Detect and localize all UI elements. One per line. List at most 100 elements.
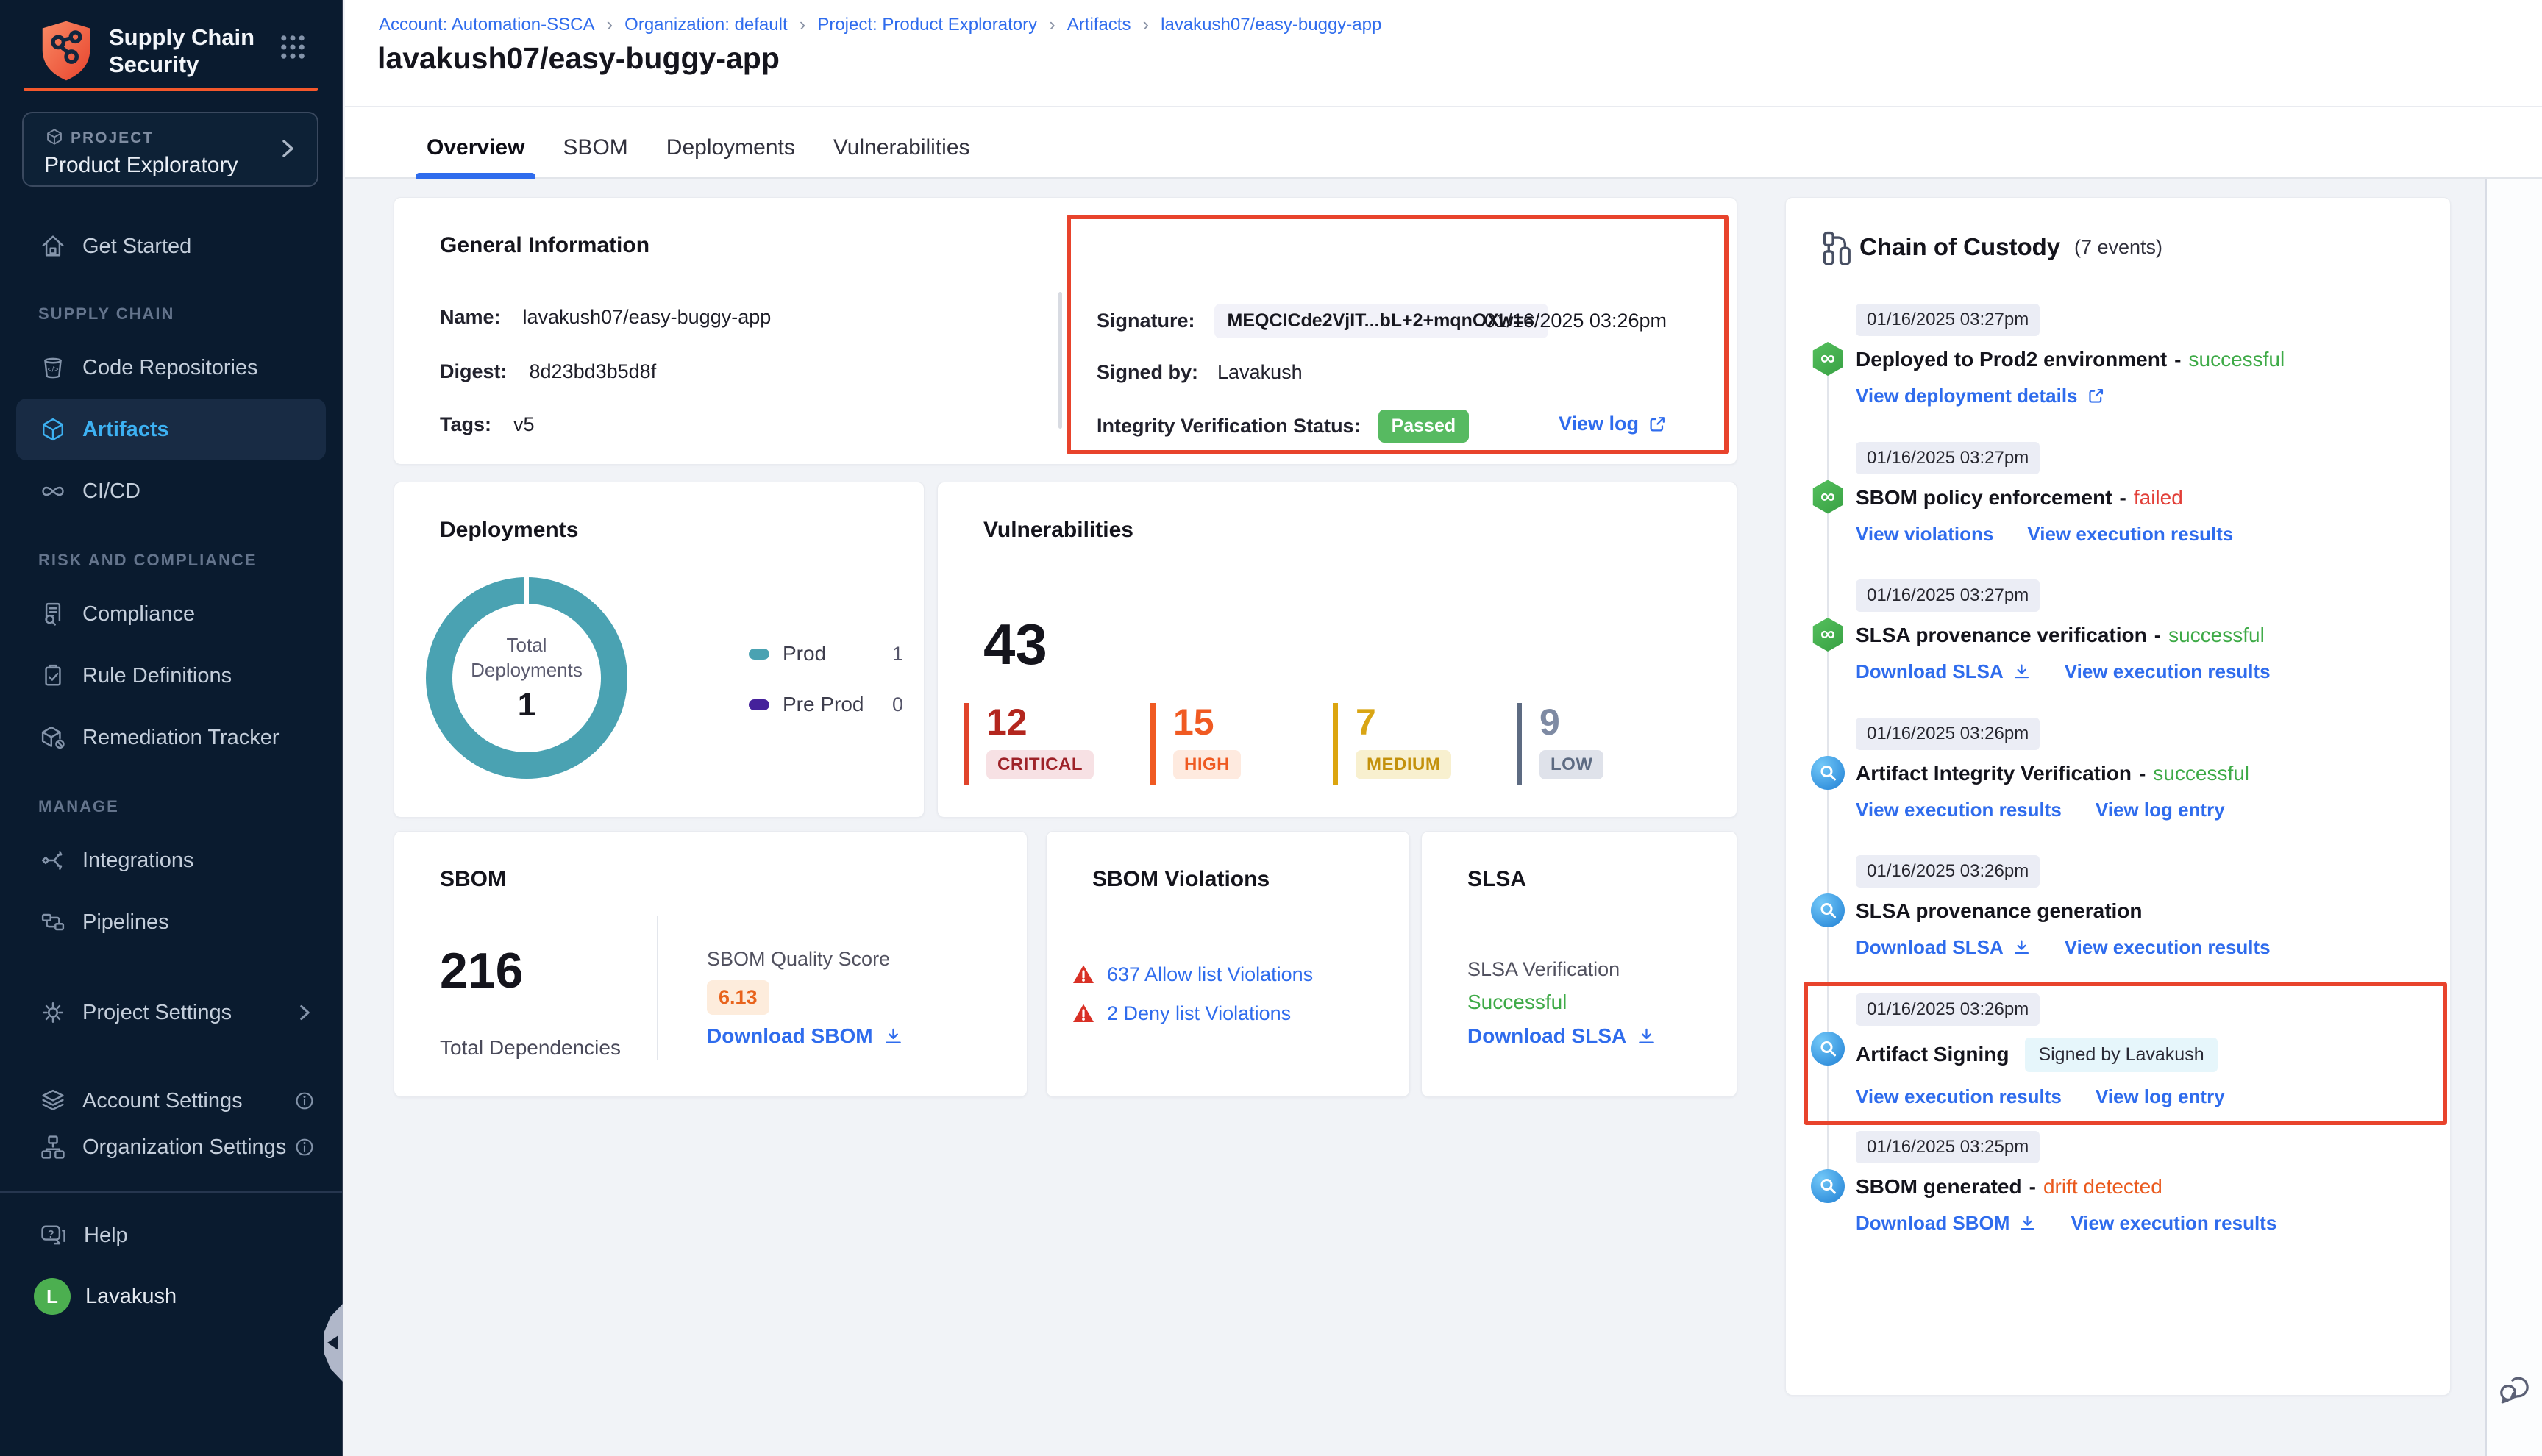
violation-link[interactable]: 637 Allow list Violations — [1107, 963, 1313, 986]
sidebar-item-get-started[interactable]: Get Started — [16, 215, 326, 277]
sidebar-item-integrations[interactable]: Integrations — [16, 829, 326, 891]
severity-count: 12 — [986, 703, 1150, 741]
sbom-violations-card: SBOM Violations 637 Allow list Violation… — [1046, 831, 1410, 1097]
sidebar-item-organization-settings[interactable]: Organization Settings — [16, 1124, 326, 1170]
sidebar-item-ci-cd[interactable]: CI/CD — [16, 460, 326, 522]
sidebar-item-label: Project Settings — [82, 1001, 232, 1025]
integrations-icon — [38, 846, 68, 875]
event-link-label: View violations — [1856, 523, 1993, 546]
event-link-label: View deployment details — [1856, 385, 2078, 407]
download-sbom-link[interactable]: Download SBOM — [707, 1024, 903, 1048]
sidebar-item-label: Artifacts — [82, 418, 169, 442]
project-label: PROJECT — [71, 129, 154, 147]
chevron-right-icon — [292, 1000, 317, 1025]
signature-timestamp: 01/16/2025 03:26pm — [1484, 310, 1667, 332]
slsa-verification-status: Successful — [1467, 991, 1567, 1014]
event-title: Artifact Signing — [1856, 1043, 2009, 1066]
tab-vulnerabilities[interactable]: Vulnerabilities — [822, 116, 981, 179]
org-settings-icon — [38, 1132, 68, 1162]
sidebar-item-label: Integrations — [82, 849, 194, 873]
scrollbar[interactable] — [1058, 292, 1062, 429]
event-timestamp: 01/16/2025 03:26pm — [1856, 993, 2040, 1026]
sbom-total-dependencies: 216 — [440, 942, 523, 999]
info-field-row: Tags:v5 — [440, 411, 535, 438]
breadcrumb-link[interactable]: Artifacts — [1067, 15, 1131, 35]
event-link-label: View execution results — [2065, 660, 2271, 683]
signed-by-value: Lavakush — [1217, 361, 1303, 384]
rule-definitions-icon — [38, 661, 68, 690]
project-cube-icon — [44, 126, 65, 147]
sidebar-item-code-repositories[interactable]: </>Code Repositories — [16, 337, 326, 399]
event-link-download-slsa[interactable]: Download SLSA — [1856, 936, 2031, 959]
event-title: SLSA provenance generation — [1856, 899, 2143, 923]
event-link-download-slsa[interactable]: Download SLSA — [1856, 660, 2031, 683]
event-link-view-execution-results[interactable]: View execution results — [2071, 1212, 2276, 1235]
violation-link[interactable]: 2 Deny list Violations — [1107, 1002, 1291, 1025]
event-link-view-execution-results[interactable]: View execution results — [2027, 523, 2233, 546]
legend-swatch-icon — [749, 649, 769, 660]
field-value: v5 — [513, 413, 535, 435]
chain-event: 01/16/2025 03:25pmSBOM generated-drift d… — [1811, 1131, 2429, 1235]
tab-overview[interactable]: Overview — [416, 116, 535, 179]
app-grid-icon[interactable] — [278, 32, 307, 62]
support-chat-icon[interactable] — [2495, 1366, 2536, 1409]
event-link-view-execution-results[interactable]: View execution results — [1856, 1085, 2062, 1108]
legend-row: Pre Prod0 — [749, 688, 903, 721]
severity-count: 7 — [1356, 703, 1517, 741]
view-log-link[interactable]: View log — [1559, 413, 1667, 435]
slsa-verification-label: SLSA Verification — [1467, 958, 1620, 981]
external-link-icon — [1648, 415, 1667, 434]
download-icon — [883, 1027, 903, 1046]
info-field-row: Name:lavakush07/easy-buggy-app — [440, 304, 771, 330]
severity-badge: LOW — [1539, 750, 1603, 779]
user-menu[interactable]: L Lavakush — [34, 1274, 177, 1318]
event-link-view-violations[interactable]: View violations — [1856, 523, 1993, 546]
sidebar-item-help[interactable]: ? Help — [38, 1212, 128, 1259]
event-link-view-log-entry[interactable]: View log entry — [2096, 799, 2225, 821]
integrity-status-row: Integrity Verification Status: Passed — [1097, 410, 1469, 443]
breadcrumb-link[interactable]: Project: Product Exploratory — [817, 15, 1037, 35]
event-link-download-sbom[interactable]: Download SBOM — [1856, 1212, 2037, 1235]
card-title: General Information — [440, 233, 649, 258]
signed-by-row: Signed by: Lavakush — [1097, 361, 1303, 384]
chain-event: 01/16/2025 03:26pmArtifact Integrity Ver… — [1811, 718, 2429, 821]
deployments-card: Deployments Total Deployments 1 Prod1Pre… — [394, 482, 925, 818]
general-information-card: General Information Name:lavakush07/easy… — [394, 197, 1737, 465]
legend-label: Pre Prod — [783, 693, 864, 716]
sidebar-item-remediation-tracker[interactable]: Remediation Tracker — [16, 707, 326, 768]
breadcrumb-link[interactable]: lavakush07/easy-buggy-app — [1161, 15, 1381, 35]
breadcrumb-link[interactable]: Account: Automation-SSCA — [379, 15, 594, 35]
event-timestamp: 01/16/2025 03:26pm — [1856, 855, 2040, 888]
tab-deployments[interactable]: Deployments — [655, 116, 806, 179]
tab-sbom[interactable]: SBOM — [552, 116, 638, 179]
sidebar-item-account-settings[interactable]: Account Settings — [16, 1078, 326, 1124]
sidebar-item-rule-definitions[interactable]: Rule Definitions — [16, 645, 326, 707]
compliance-doc-icon — [38, 599, 68, 629]
info-field-row: Digest:8d23bd3b5d8f — [440, 358, 656, 385]
sidebar-item-project-settings[interactable]: Project Settings — [16, 982, 326, 1043]
severity-high: 15HIGH — [1150, 703, 1333, 785]
page-title: lavakush07/easy-buggy-app — [377, 41, 780, 76]
event-link-label: View execution results — [1856, 1085, 2062, 1108]
event-link-view-execution-results[interactable]: View execution results — [2065, 936, 2271, 959]
event-title: Artifact Integrity Verification — [1856, 762, 2132, 785]
event-link-view-execution-results[interactable]: View execution results — [1856, 799, 2062, 821]
app-title: Supply Chain Security — [109, 24, 274, 78]
sidebar-item-compliance[interactable]: Compliance — [16, 583, 326, 645]
card-title: SBOM — [440, 867, 506, 892]
info-icon — [292, 1088, 317, 1113]
card-title: SLSA — [1467, 867, 1526, 892]
event-link-view-deployment-details[interactable]: View deployment details — [1856, 385, 2105, 407]
severity-medium: 7MEDIUM — [1333, 703, 1517, 785]
svg-text:?: ? — [48, 1229, 54, 1241]
sidebar-item-pipelines[interactable]: Pipelines — [16, 891, 326, 953]
breadcrumb-link[interactable]: Organization: default — [624, 15, 787, 35]
download-slsa-link[interactable]: Download SLSA — [1467, 1024, 1656, 1048]
event-link-view-execution-results[interactable]: View execution results — [2065, 660, 2271, 683]
sidebar-item-label: CI/CD — [82, 479, 140, 504]
chain-event: 01/16/2025 03:26pmArtifact SigningSigned… — [1811, 993, 2429, 1108]
brand-accent-divider — [24, 88, 318, 91]
event-link-view-log-entry[interactable]: View log entry — [2096, 1085, 2225, 1108]
project-selector[interactable]: PROJECT Product Exploratory — [22, 112, 318, 187]
sidebar-item-artifacts[interactable]: Artifacts — [16, 399, 326, 460]
